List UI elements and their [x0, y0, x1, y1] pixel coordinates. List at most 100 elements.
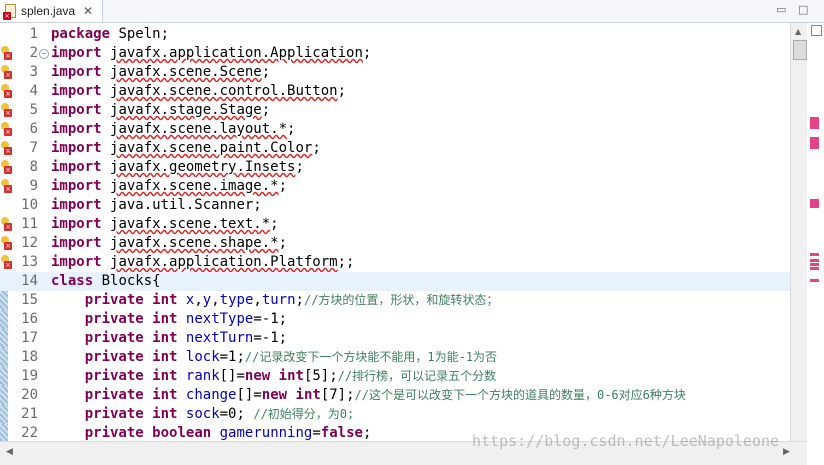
- overview-error-mark[interactable]: [810, 146, 819, 149]
- error-quickfix-icon[interactable]: ×: [0, 255, 13, 270]
- overview-error-mark[interactable]: [810, 253, 819, 256]
- keyword: class: [51, 273, 94, 289]
- line-number: 21: [21, 406, 38, 422]
- code-line[interactable]: 18 private int lock=1;//记录改变下一个方块能不能用，1为…: [0, 348, 790, 367]
- keyword: import: [51, 235, 102, 251]
- line-number: 14: [21, 273, 38, 289]
- scroll-right-icon[interactable]: ▶: [783, 447, 790, 457]
- overview-error-mark[interactable]: [810, 205, 819, 208]
- unresolved-import: javafx.geometry.Insets: [110, 159, 296, 175]
- code-line[interactable]: 17 private int nextTurn=-1;: [0, 329, 790, 348]
- maximize-icon[interactable]: □: [798, 3, 808, 16]
- line-number: 19: [21, 368, 38, 384]
- code-text: private int lock=1;//记录改变下一个方块能不能用，1为能-1…: [51, 348, 497, 367]
- error-quickfix-icon[interactable]: ×: [0, 160, 13, 175]
- minimize-icon[interactable]: ▭: [776, 3, 786, 16]
- error-quickfix-icon[interactable]: ×: [0, 217, 13, 232]
- keyword: import: [51, 254, 102, 270]
- vertical-scrollbar[interactable]: ▲: [790, 23, 808, 441]
- code-line[interactable]: 20 private int change[]=new int[7];//这个是…: [0, 386, 790, 405]
- change-indicator: [0, 424, 8, 441]
- code-token: =: [312, 425, 321, 441]
- unresolved-import: javafx.scene.control.Button: [110, 83, 338, 99]
- code-text: import javafx.scene.control.Button;: [51, 82, 346, 101]
- code-line[interactable]: × 3 import javafx.scene.Scene;: [0, 63, 790, 82]
- error-quickfix-icon[interactable]: ×: [0, 236, 13, 251]
- code-line[interactable]: × 5 import javafx.stage.Stage;: [0, 101, 790, 120]
- code-token: ;: [362, 45, 372, 61]
- code-token: [7];: [320, 387, 355, 403]
- code-line[interactable]: × 6 import javafx.scene.layout.*;: [0, 120, 790, 139]
- code-line[interactable]: 21 private int sock=0; //初始得分，为0;: [0, 405, 790, 424]
- code-line[interactable]: 14 class Blocks{: [0, 272, 790, 291]
- scrollbar-thumb[interactable]: [793, 40, 807, 60]
- scroll-left-icon[interactable]: ◀: [6, 447, 13, 457]
- error-quickfix-icon[interactable]: ×: [0, 84, 13, 99]
- line-number: 3: [29, 64, 38, 80]
- code-token: =0;: [219, 406, 254, 422]
- code-line[interactable]: × 13 import javafx.application.Platform;;: [0, 253, 790, 272]
- overview-error-mark[interactable]: [810, 263, 819, 266]
- error-quickfix-icon[interactable]: ×: [0, 179, 13, 194]
- error-quickfix-icon[interactable]: ×: [0, 122, 13, 137]
- code-text: private int nextType=-1;: [51, 310, 287, 329]
- code-line[interactable]: 1 package Speln;: [0, 25, 790, 44]
- code-line[interactable]: × 4 import javafx.scene.control.Button;: [0, 82, 790, 101]
- keyword: int: [152, 406, 178, 422]
- code-line[interactable]: 16 private int nextType=-1;: [0, 310, 790, 329]
- field-name: type: [219, 292, 254, 308]
- code-text: private int x,y,type,turn;//方块的位置，形状，和旋转…: [51, 291, 499, 310]
- close-tab-icon[interactable]: ✕: [83, 4, 93, 18]
- unresolved-import: javafx.scene.text.*: [110, 216, 271, 232]
- comment: //方块的位置，形状，和旋转状态；: [303, 293, 499, 307]
- overview-error-mark[interactable]: [810, 259, 819, 262]
- overview-error-mark[interactable]: [810, 267, 819, 270]
- code-line[interactable]: × 2− import javafx.application.Application…: [0, 44, 790, 63]
- code-line[interactable]: 10 import java.util.Scanner;: [0, 196, 790, 215]
- line-number: 2: [29, 45, 38, 61]
- code-line[interactable]: × 7 import javafx.scene.paint.Color;: [0, 139, 790, 158]
- scroll-up-icon[interactable]: ▲: [795, 27, 801, 36]
- unresolved-import: javafx.scene.shape.*: [110, 235, 279, 251]
- code-editor[interactable]: 1 package Speln; × 2− import javafx.applicat…: [0, 23, 790, 441]
- code-line[interactable]: × 11 import javafx.scene.text.*;: [0, 215, 790, 234]
- unresolved-import: javafx.application.Application: [110, 45, 363, 61]
- error-quickfix-icon[interactable]: ×: [0, 141, 13, 156]
- line-number: 11: [21, 216, 38, 232]
- keyword: boolean: [152, 425, 212, 441]
- line-number: 10: [21, 197, 38, 213]
- line-number: 9: [29, 178, 38, 194]
- overview-error-mark[interactable]: [810, 279, 819, 282]
- change-indicator: [0, 405, 8, 424]
- overview-ruler[interactable]: [807, 23, 824, 441]
- code-text: private int change[]=new int[7];//这个是可以改…: [51, 386, 686, 405]
- overview-error-mark[interactable]: [810, 126, 819, 129]
- error-quickfix-icon[interactable]: ×: [0, 46, 13, 61]
- code-line[interactable]: 15 private int x,y,type,turn;//方块的位置，形状，…: [0, 291, 790, 310]
- code-text: import javafx.application.Application;: [51, 44, 371, 63]
- error-quickfix-icon[interactable]: ×: [0, 103, 13, 118]
- code-token: ;: [261, 64, 271, 80]
- field-name: y: [202, 292, 212, 308]
- error-summary-icon[interactable]: [811, 25, 822, 36]
- code-line[interactable]: 19 private int rank[]=new int[5];//排行榜，可…: [0, 367, 790, 386]
- code-token: ;: [337, 83, 347, 99]
- error-quickfix-icon[interactable]: ×: [0, 65, 13, 80]
- fold-toggle-icon[interactable]: −: [39, 49, 49, 59]
- change-indicator: [0, 329, 8, 348]
- keyword: import: [51, 102, 102, 118]
- code-line[interactable]: × 12 import javafx.scene.shape.*;: [0, 234, 790, 253]
- editor-tab-splen-java[interactable]: × splen.java ✕: [0, 0, 103, 22]
- code-line[interactable]: × 9 import javafx.scene.image.*;: [0, 177, 790, 196]
- unresolved-import: javafx.application.Platform: [110, 254, 338, 270]
- keyword: package: [51, 26, 111, 42]
- code-line[interactable]: × 8 import javafx.geometry.Insets;: [0, 158, 790, 177]
- code-text: import java.util.Scanner;: [51, 196, 262, 215]
